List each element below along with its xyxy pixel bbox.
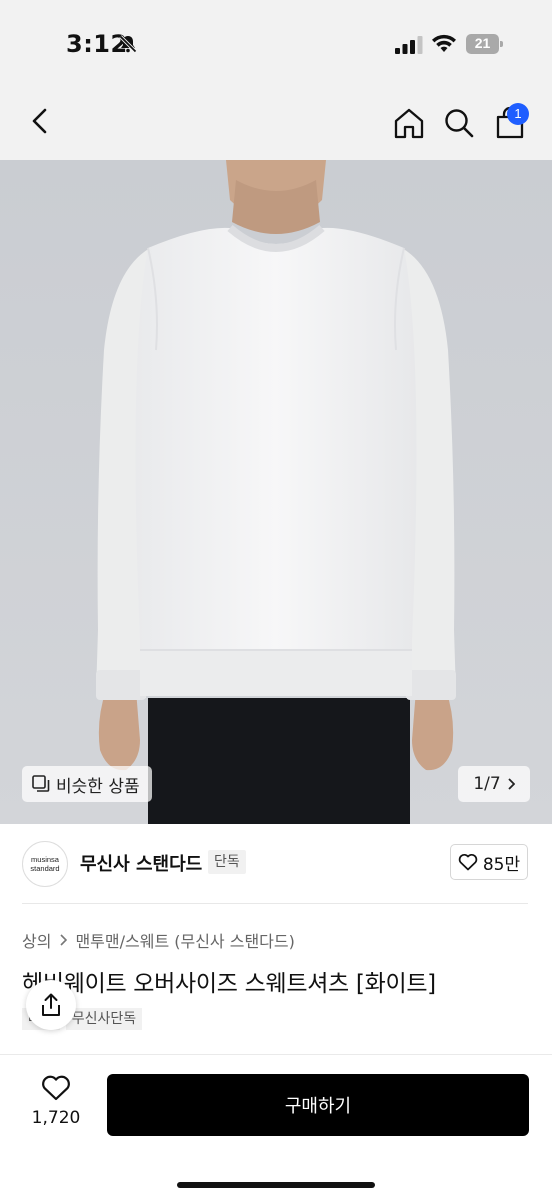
exclusive-badge: 단독	[208, 850, 246, 874]
home-indicator	[177, 1182, 375, 1188]
share-icon	[42, 993, 60, 1016]
breadcrumb-subcategory[interactable]: 맨투맨/스웨트 (무신사 스탠다드)	[75, 928, 294, 952]
top-nav	[0, 80, 552, 160]
brand-row: musinsa standard 무신사 스탠다드 단독 85만	[0, 824, 552, 904]
brand-logo-line2: standard	[30, 864, 60, 873]
sweatshirt-photo	[0, 160, 552, 824]
divider	[22, 903, 528, 904]
share-button[interactable]	[26, 980, 76, 1030]
brand-like-button[interactable]: 85만	[450, 844, 528, 880]
bell-off-icon	[119, 35, 137, 53]
product-image[interactable]: 비슷한 상품 1/7	[0, 160, 552, 824]
image-counter-text: 1/7	[473, 774, 501, 794]
brand-name[interactable]: 무신사 스탠다드	[80, 850, 202, 876]
breadcrumb: 상의 맨투맨/스웨트 (무신사 스탠다드)	[22, 928, 295, 952]
brand-logo-line1: musinsa	[31, 855, 59, 864]
battery-icon: 21	[466, 34, 504, 54]
image-counter[interactable]: 1/7	[458, 766, 530, 802]
cart-count-badge: 1	[507, 103, 529, 125]
breadcrumb-category[interactable]: 상의	[22, 928, 51, 952]
product-title: 헤비웨이트 오버사이즈 스웨트셔츠 [화이트]	[22, 971, 436, 997]
similar-items-icon	[32, 775, 50, 792]
chevron-right-icon	[60, 934, 68, 946]
similar-products-button[interactable]: 비슷한 상품	[22, 766, 152, 802]
wifi-icon	[432, 34, 456, 52]
chevron-right-icon	[508, 778, 515, 790]
home-icon[interactable]	[392, 106, 426, 140]
heart-icon	[42, 1075, 70, 1101]
tag-exclusive: 무신사단독	[65, 1008, 143, 1030]
product-like-button[interactable]: 1,720	[22, 1075, 90, 1135]
bottom-bar: 1,720 구매하기	[0, 1054, 552, 1200]
status-bar: 3:12 21	[0, 0, 552, 80]
similar-products-label: 비슷한 상품	[56, 776, 140, 797]
brand-logo[interactable]: musinsa standard	[22, 841, 68, 887]
battery-level: 21	[474, 35, 491, 51]
heart-icon	[458, 853, 478, 871]
product-like-count: 1,720	[31, 1108, 81, 1128]
brand-like-count: 85만	[482, 854, 521, 875]
signal-icon	[395, 36, 423, 54]
buy-button[interactable]: 구매하기	[107, 1074, 529, 1136]
back-chevron-icon[interactable]	[26, 106, 54, 136]
search-icon[interactable]	[443, 107, 475, 139]
